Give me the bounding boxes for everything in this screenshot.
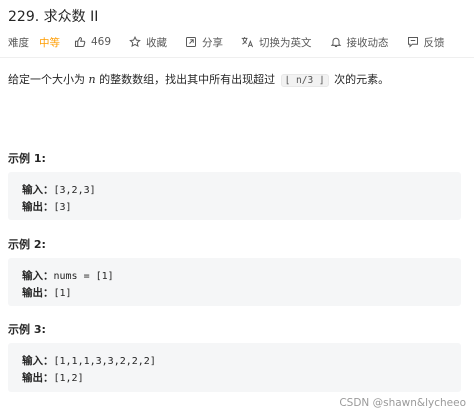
like-count: 469 xyxy=(91,36,112,48)
example-title: 示例 1: xyxy=(8,152,46,165)
difficulty-label: 难度 xyxy=(8,36,29,49)
translate-icon xyxy=(241,36,254,48)
problem-meta-bar: 难度 中等 469 收藏 分享 切换为英文 接收动态 反馈 xyxy=(8,34,463,50)
example-output: 输出：[1,2] xyxy=(22,370,84,385)
share-icon xyxy=(186,37,197,47)
output-label: 输出： xyxy=(22,372,54,384)
example-block: 输入：nums = [1] 输出：[1] xyxy=(8,258,461,306)
problem-description: 给定一个大小为 n 的整数数组，找出其中所有出现超过 ⌊ n/3 ⌋ 次的元素。 xyxy=(8,71,389,87)
favorite-label: 收藏 xyxy=(146,36,168,49)
example-input: 输入：nums = [1] xyxy=(22,268,114,283)
output-value: [3] xyxy=(53,202,72,213)
favorite-button[interactable]: 收藏 xyxy=(129,35,167,50)
feedback-icon xyxy=(407,37,418,48)
output-label: 输出： xyxy=(22,201,54,213)
notify-button[interactable]: 接收动态 xyxy=(330,35,389,50)
description-text: 给定一个大小为 xyxy=(8,73,89,86)
example-input: 输入：[1,1,1,3,3,2,2,2] xyxy=(22,353,156,368)
thumbs-up-icon xyxy=(74,36,86,48)
output-label: 输出： xyxy=(22,287,54,299)
description-text: 的整数数组，找出其中所有出现超过 xyxy=(95,73,279,86)
header-divider xyxy=(0,57,474,58)
output-value: [1] xyxy=(53,288,72,299)
switch-language-label: 切换为英文 xyxy=(259,36,312,49)
example-title: 示例 2: xyxy=(8,238,46,251)
feedback-label: 反馈 xyxy=(423,36,445,49)
input-value: [3,2,3] xyxy=(53,185,96,196)
bell-icon xyxy=(330,37,341,47)
input-label: 输入： xyxy=(22,270,54,282)
input-value: [1,1,1,3,3,2,2,2] xyxy=(53,356,156,367)
input-label: 输入： xyxy=(22,355,54,367)
share-label: 分享 xyxy=(202,36,224,49)
star-icon xyxy=(129,36,141,48)
description-text: 次的元素。 xyxy=(330,73,390,86)
example-input: 输入：[3,2,3] xyxy=(22,182,96,197)
example-title: 示例 3: xyxy=(8,323,46,336)
inline-code: ⌊ n/3 ⌋ xyxy=(280,74,329,87)
input-value: nums = [1] xyxy=(53,271,114,282)
example-block: 输入：[3,2,3] 输出：[3] xyxy=(8,172,461,220)
example-output: 输出：[3] xyxy=(22,199,72,214)
problem-title: 229. 求众数 II xyxy=(8,9,99,25)
example-block: 输入：[1,1,1,3,3,2,2,2] 输出：[1,2] xyxy=(8,343,461,392)
feedback-button[interactable]: 反馈 xyxy=(407,35,445,50)
like-button[interactable]: 469 xyxy=(74,36,111,48)
switch-language-button[interactable]: 切换为英文 xyxy=(241,35,312,50)
difficulty-badge: 中等 xyxy=(39,36,60,49)
output-value: [1,2] xyxy=(53,373,84,384)
example-output: 输出：[1] xyxy=(22,285,72,300)
notify-label: 接收动态 xyxy=(346,36,389,49)
input-label: 输入： xyxy=(22,184,54,196)
description-variable: n xyxy=(88,73,96,86)
csdn-watermark: CSDN @shawn&lycheeo xyxy=(339,397,466,409)
share-button[interactable]: 分享 xyxy=(185,35,223,50)
